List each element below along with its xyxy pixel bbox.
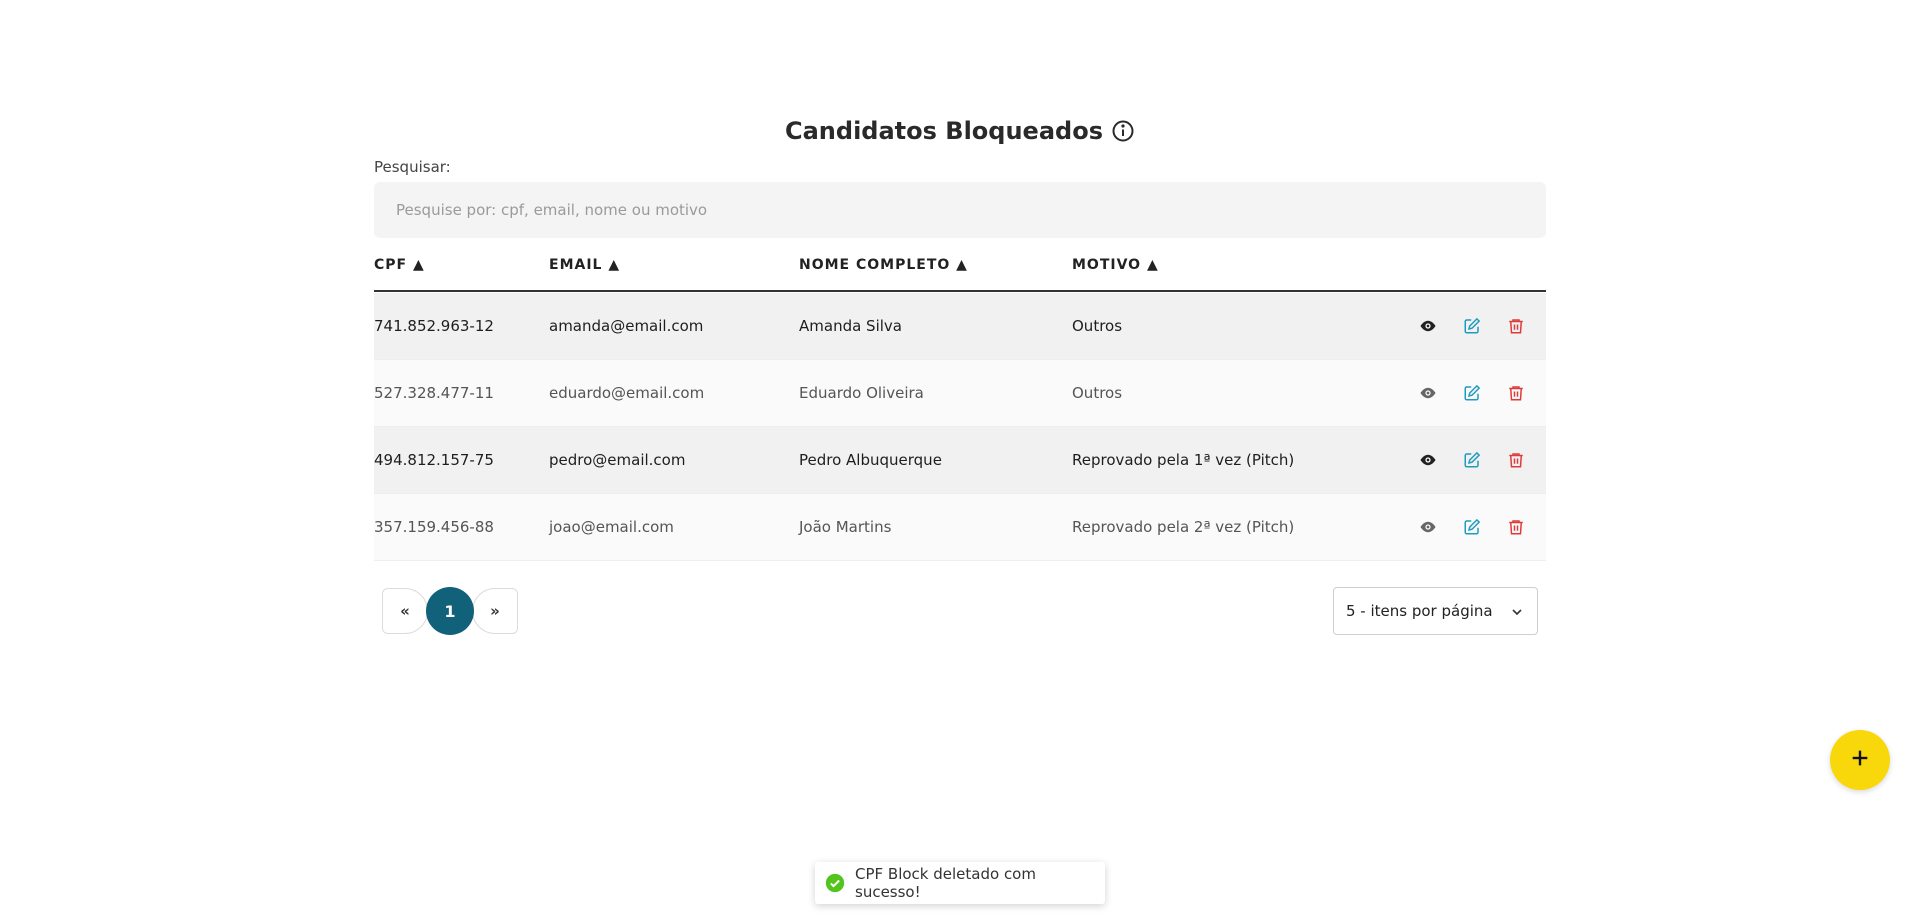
column-header-cpf[interactable]: CPF ▲ xyxy=(374,257,425,273)
cell-motivo: Reprovado pela 1ª vez (Pitch) xyxy=(1072,451,1295,469)
cell-nome: Amanda Silva xyxy=(799,317,902,335)
items-per-page-select[interactable]: 5 - itens por página xyxy=(1333,587,1538,635)
table-header: CPF ▲ EMAIL ▲ NOME COMPLETO ▲ MOTIVO ▲ xyxy=(374,251,1546,292)
trash-icon[interactable] xyxy=(1505,315,1527,337)
cell-nome: Pedro Albuquerque xyxy=(799,451,942,469)
row-actions xyxy=(1417,516,1527,538)
eye-icon[interactable] xyxy=(1417,449,1439,471)
pagination-next-button[interactable]: » xyxy=(472,588,518,634)
cell-cpf: 494.812.157-75 xyxy=(374,451,494,469)
pagination: « 1 » xyxy=(382,587,518,635)
row-actions xyxy=(1417,382,1527,404)
add-button[interactable] xyxy=(1830,730,1890,790)
edit-icon[interactable] xyxy=(1461,516,1483,538)
cell-cpf: 527.328.477-11 xyxy=(374,384,494,402)
trash-icon[interactable] xyxy=(1505,449,1527,471)
row-actions xyxy=(1417,449,1527,471)
column-header-email[interactable]: EMAIL ▲ xyxy=(549,257,620,273)
eye-icon[interactable] xyxy=(1417,315,1439,337)
check-circle-icon xyxy=(825,873,845,893)
search-label: Pesquisar: xyxy=(374,158,451,176)
column-header-nome[interactable]: NOME COMPLETO ▲ xyxy=(799,257,968,273)
row-actions xyxy=(1417,315,1527,337)
table-body: 741.852.963-12 amanda@email.com Amanda S… xyxy=(374,293,1546,561)
cell-nome: João Martins xyxy=(799,518,892,536)
cell-motivo: Outros xyxy=(1072,384,1123,402)
cell-email: amanda@email.com xyxy=(549,317,704,335)
cell-motivo: Outros xyxy=(1072,317,1123,335)
info-icon[interactable] xyxy=(1111,119,1135,143)
cell-email: pedro@email.com xyxy=(549,451,686,469)
table-row: 357.159.456-88 joao@email.com João Marti… xyxy=(374,494,1546,561)
table-row: 494.812.157-75 pedro@email.com Pedro Alb… xyxy=(374,427,1546,494)
page-title: Candidatos Bloqueados xyxy=(785,117,1103,145)
edit-icon[interactable] xyxy=(1461,382,1483,404)
page-title-container: Candidatos Bloqueados xyxy=(374,116,1546,146)
eye-icon[interactable] xyxy=(1417,516,1439,538)
cell-cpf: 741.852.963-12 xyxy=(374,317,494,335)
cell-email: eduardo@email.com xyxy=(549,384,705,402)
cell-cpf: 357.159.456-88 xyxy=(374,518,494,536)
trash-icon[interactable] xyxy=(1505,382,1527,404)
success-toast: CPF Block deletado com sucesso! xyxy=(815,862,1105,904)
toast-message: CPF Block deletado com sucesso! xyxy=(855,865,1036,901)
eye-icon[interactable] xyxy=(1417,382,1439,404)
edit-icon[interactable] xyxy=(1461,315,1483,337)
edit-icon[interactable] xyxy=(1461,449,1483,471)
pagination-prev-button[interactable]: « xyxy=(382,588,428,634)
plus-icon xyxy=(1849,747,1871,773)
items-per-page-value: 5 - itens por página xyxy=(1346,602,1493,620)
table-row: 741.852.963-12 amanda@email.com Amanda S… xyxy=(374,293,1546,360)
cell-motivo: Reprovado pela 2ª vez (Pitch) xyxy=(1072,518,1295,536)
trash-icon[interactable] xyxy=(1505,516,1527,538)
pagination-page-current[interactable]: 1 xyxy=(426,587,474,635)
search-input[interactable] xyxy=(374,182,1546,238)
cell-nome: Eduardo Oliveira xyxy=(799,384,924,402)
cell-email: joao@email.com xyxy=(549,518,674,536)
chevron-down-icon xyxy=(1509,604,1525,620)
table-row: 527.328.477-11 eduardo@email.com Eduardo… xyxy=(374,360,1546,427)
column-header-motivo[interactable]: MOTIVO ▲ xyxy=(1072,257,1159,273)
